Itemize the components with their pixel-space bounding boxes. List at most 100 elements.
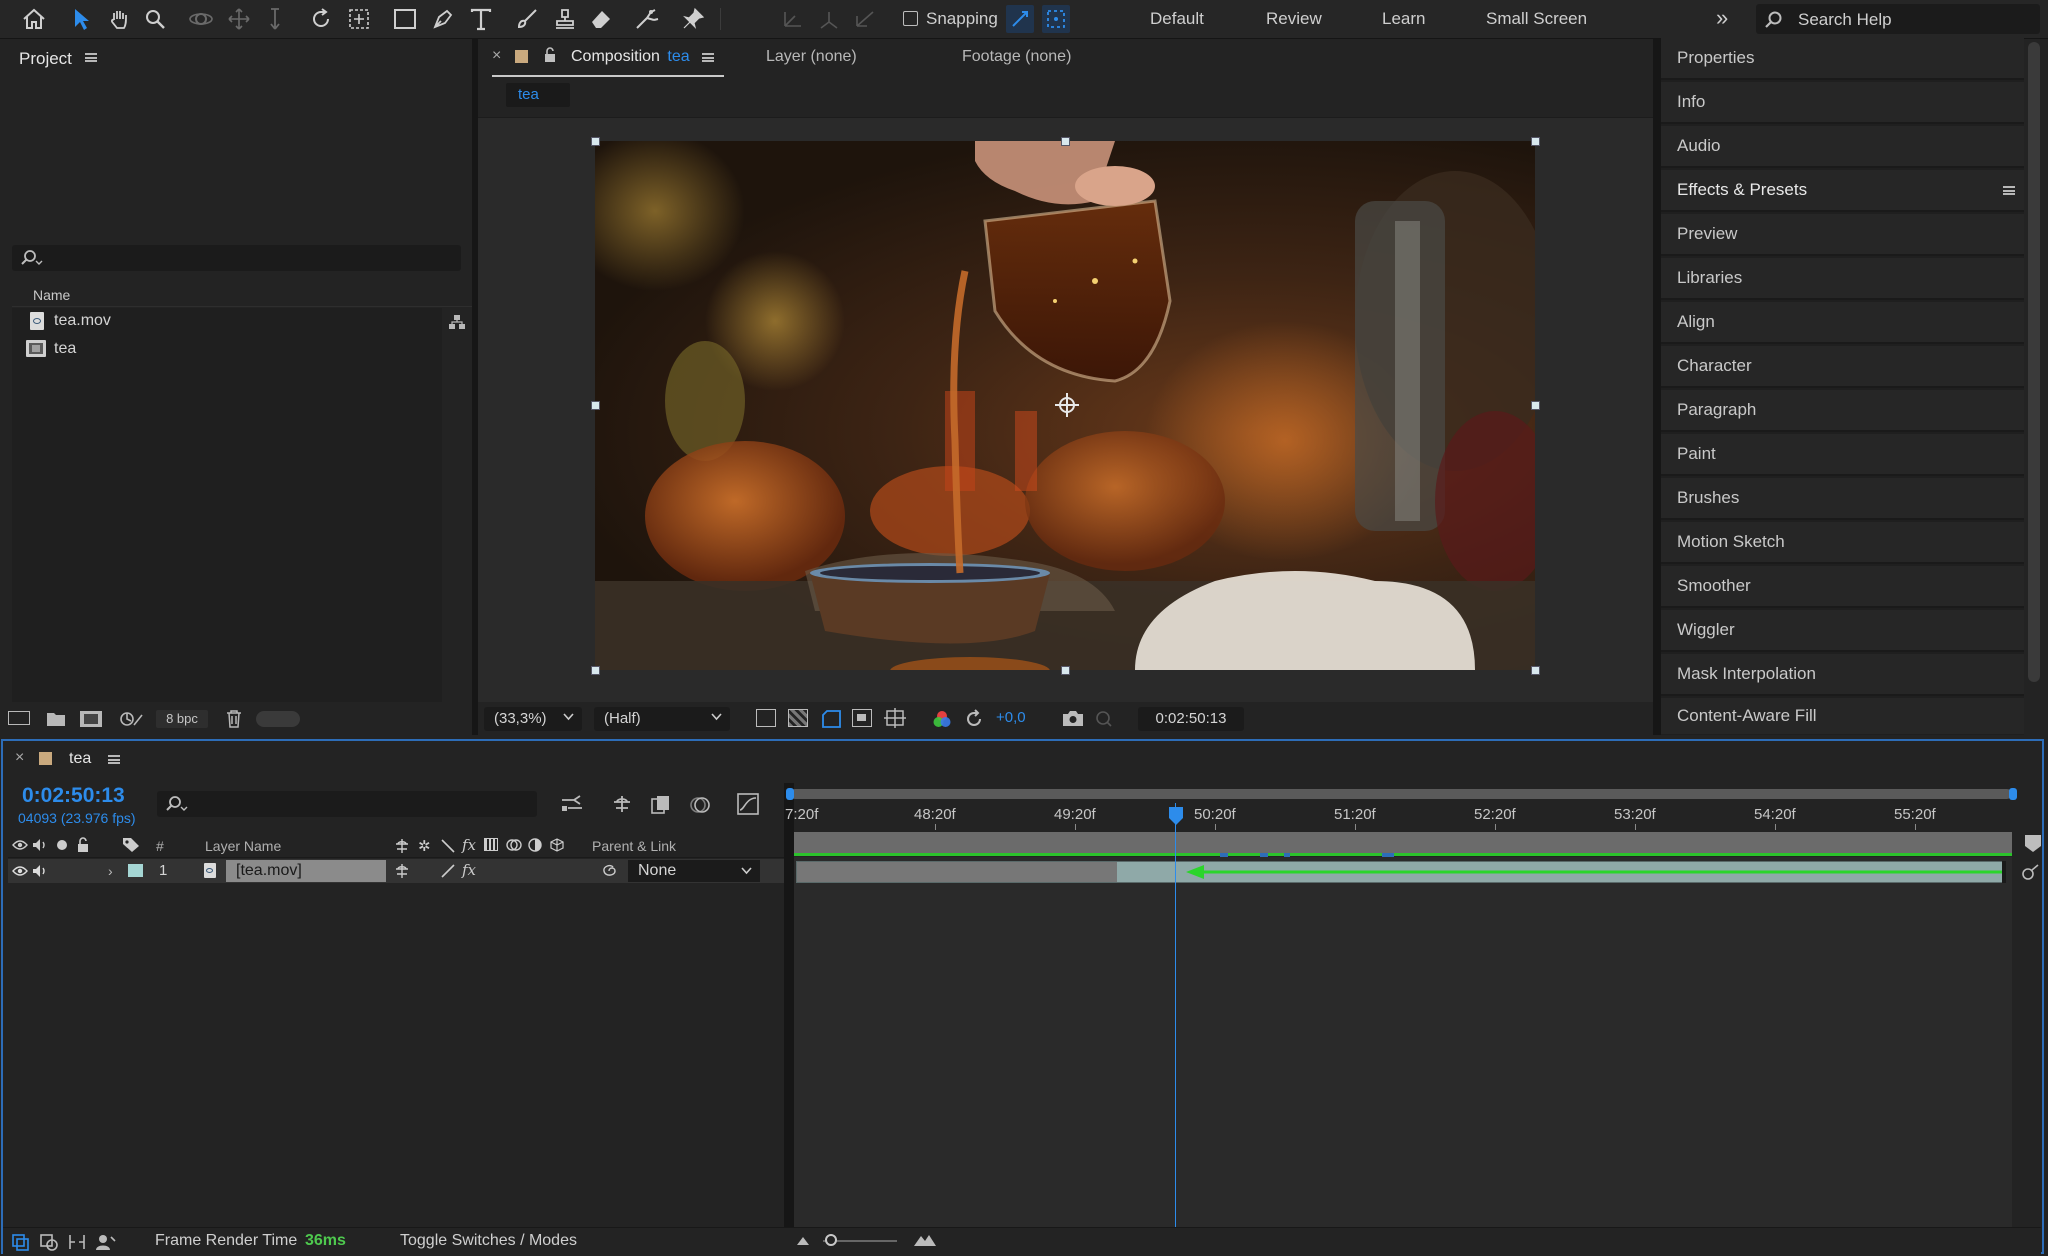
local-axis-icon[interactable] (778, 4, 808, 34)
rectangle-tool-icon[interactable] (390, 4, 420, 34)
tab-footage[interactable]: Footage (none) (962, 48, 1071, 66)
transform-handle[interactable] (1531, 666, 1540, 675)
collapse-transform-icon[interactable]: ✲ (418, 837, 431, 855)
timeline-comp-name[interactable]: tea (69, 750, 91, 768)
panel-wiggler[interactable]: Wiggler (1661, 610, 2024, 652)
transparency-grid-icon[interactable] (788, 709, 808, 727)
transfer-controls-icon[interactable] (39, 1233, 59, 1251)
video-eye-icon[interactable] (12, 865, 28, 877)
playhead-handle[interactable] (1168, 806, 1184, 826)
graph-editor-icon[interactable] (736, 792, 760, 816)
workspace-small-screen[interactable]: Small Screen (1486, 9, 1587, 29)
zoom-out-mountain-icon[interactable] (796, 1234, 810, 1246)
workspace-default[interactable]: Default (1150, 9, 1204, 29)
label-tag-icon[interactable] (122, 837, 140, 853)
lock-icon[interactable] (544, 47, 556, 63)
pick-whip-icon[interactable] (600, 863, 618, 879)
panel-paragraph[interactable]: Paragraph (1661, 390, 2024, 432)
region-of-interest-icon[interactable] (820, 709, 842, 729)
puppet-pin-tool-icon[interactable] (678, 4, 708, 34)
effects-fx-icon[interactable]: fx (462, 836, 476, 854)
video-eye-icon[interactable] (12, 839, 28, 851)
quality-switch-icon[interactable] (440, 863, 456, 879)
grid-guides-icon[interactable] (884, 708, 906, 728)
layer-switches-icon[interactable] (11, 1233, 31, 1251)
double-chevron-right-icon[interactable]: » (1716, 5, 1728, 31)
audio-speaker-icon[interactable] (32, 864, 48, 878)
lock-icon[interactable] (77, 837, 89, 853)
transform-handle[interactable] (1531, 401, 1540, 410)
transform-handle[interactable] (1531, 137, 1540, 146)
name-column-header[interactable]: Name (33, 287, 70, 303)
new-composition-icon[interactable] (80, 711, 102, 727)
snapping-checkbox[interactable] (903, 11, 918, 26)
layer-name-column-header[interactable]: Layer Name (205, 838, 281, 854)
work-area-start-handle[interactable] (786, 788, 794, 800)
project-search-field[interactable] (12, 245, 461, 271)
motion-blur-icon[interactable] (688, 794, 712, 816)
zoom-tool-icon[interactable] (140, 4, 170, 34)
panel-content-aware-fill[interactable]: Content-Aware Fill (1661, 698, 2024, 734)
table-row[interactable]: › 1 [tea.mov] fx None (8, 859, 784, 883)
render-time-icon[interactable] (95, 1233, 117, 1251)
layer-end-handle[interactable] (2002, 861, 2006, 883)
snapshot-camera-icon[interactable] (1062, 709, 1084, 727)
snap-features-icon[interactable] (1042, 5, 1070, 33)
composition-tab-menu-icon[interactable] (702, 53, 714, 62)
frame-blending-icon[interactable] (650, 794, 672, 816)
list-item[interactable]: tea (12, 336, 442, 364)
effects-panel-menu-icon[interactable] (2003, 186, 2015, 195)
tab-composition[interactable]: Composition tea (571, 48, 690, 66)
panel-brushes[interactable]: Brushes (1661, 478, 2024, 520)
layer-name-field[interactable]: [tea.mov] (226, 860, 386, 882)
audio-speaker-icon[interactable] (32, 838, 48, 852)
panel-paint[interactable]: Paint (1661, 434, 2024, 476)
search-help-field[interactable]: Search Help (1756, 4, 2040, 34)
panel-properties[interactable]: Properties (1661, 38, 2024, 80)
panel-smoother[interactable]: Smoother (1661, 566, 2024, 608)
exposure-value[interactable]: +0,0 (996, 709, 1026, 726)
layer-label-color[interactable] (128, 864, 143, 877)
snap-edges-icon[interactable] (1006, 5, 1034, 33)
dolly-camera-icon[interactable] (260, 4, 290, 34)
world-axis-icon[interactable] (814, 4, 844, 34)
close-icon[interactable]: × (15, 749, 24, 767)
parent-link-column-header[interactable]: Parent & Link (592, 838, 676, 854)
current-time-display[interactable]: 0:02:50:13 (22, 784, 125, 808)
orbit-camera-icon[interactable] (186, 4, 216, 34)
flowchart-icon[interactable] (448, 314, 466, 330)
comp-marker-icon[interactable] (2024, 834, 2042, 854)
project-scroll-indicator[interactable] (256, 711, 300, 727)
magnification-dropdown[interactable]: (33,3%) (484, 707, 582, 731)
adjustment-layer-icon[interactable] (528, 838, 542, 852)
brush-tool-icon[interactable] (512, 4, 542, 34)
tab-layer[interactable]: Layer (none) (766, 48, 857, 66)
panel-character[interactable]: Character (1661, 346, 2024, 388)
transform-handle[interactable] (1061, 666, 1070, 675)
eraser-tool-icon[interactable] (586, 4, 616, 34)
list-item[interactable]: tea.mov (12, 308, 472, 336)
motion-blur-switch-icon[interactable] (506, 838, 522, 852)
panel-audio[interactable]: Audio (1661, 126, 2024, 168)
roto-brush-tool-icon[interactable] (632, 4, 662, 34)
anchor-point-icon[interactable] (1054, 392, 1080, 418)
zoom-slider-thumb[interactable] (825, 1234, 837, 1246)
composition-mini-flowchart-icon[interactable] (560, 794, 584, 814)
trash-icon[interactable] (226, 710, 242, 728)
expand-chevron-icon[interactable]: › (108, 863, 113, 879)
interpret-footage-icon[interactable] (8, 711, 30, 725)
comp-duration-bar[interactable] (794, 832, 2012, 854)
shy-switch-icon[interactable] (394, 838, 410, 854)
fast-previews-icon[interactable] (756, 709, 776, 727)
zoom-in-mountain-icon[interactable] (913, 1231, 937, 1247)
hand-tool-icon[interactable] (104, 4, 134, 34)
reset-exposure-icon[interactable] (964, 709, 984, 729)
transform-handle[interactable] (591, 137, 600, 146)
resolution-dropdown[interactable]: (Half) (594, 707, 730, 731)
timeline-search-field[interactable] (157, 791, 537, 817)
panel-motion-sketch[interactable]: Motion Sketch (1661, 522, 2024, 564)
view-axis-icon[interactable] (850, 4, 880, 34)
show-snapshot-icon[interactable] (1094, 709, 1112, 727)
panel-info[interactable]: Info (1661, 82, 2024, 124)
panel-mask-interpolation[interactable]: Mask Interpolation (1661, 654, 2024, 696)
